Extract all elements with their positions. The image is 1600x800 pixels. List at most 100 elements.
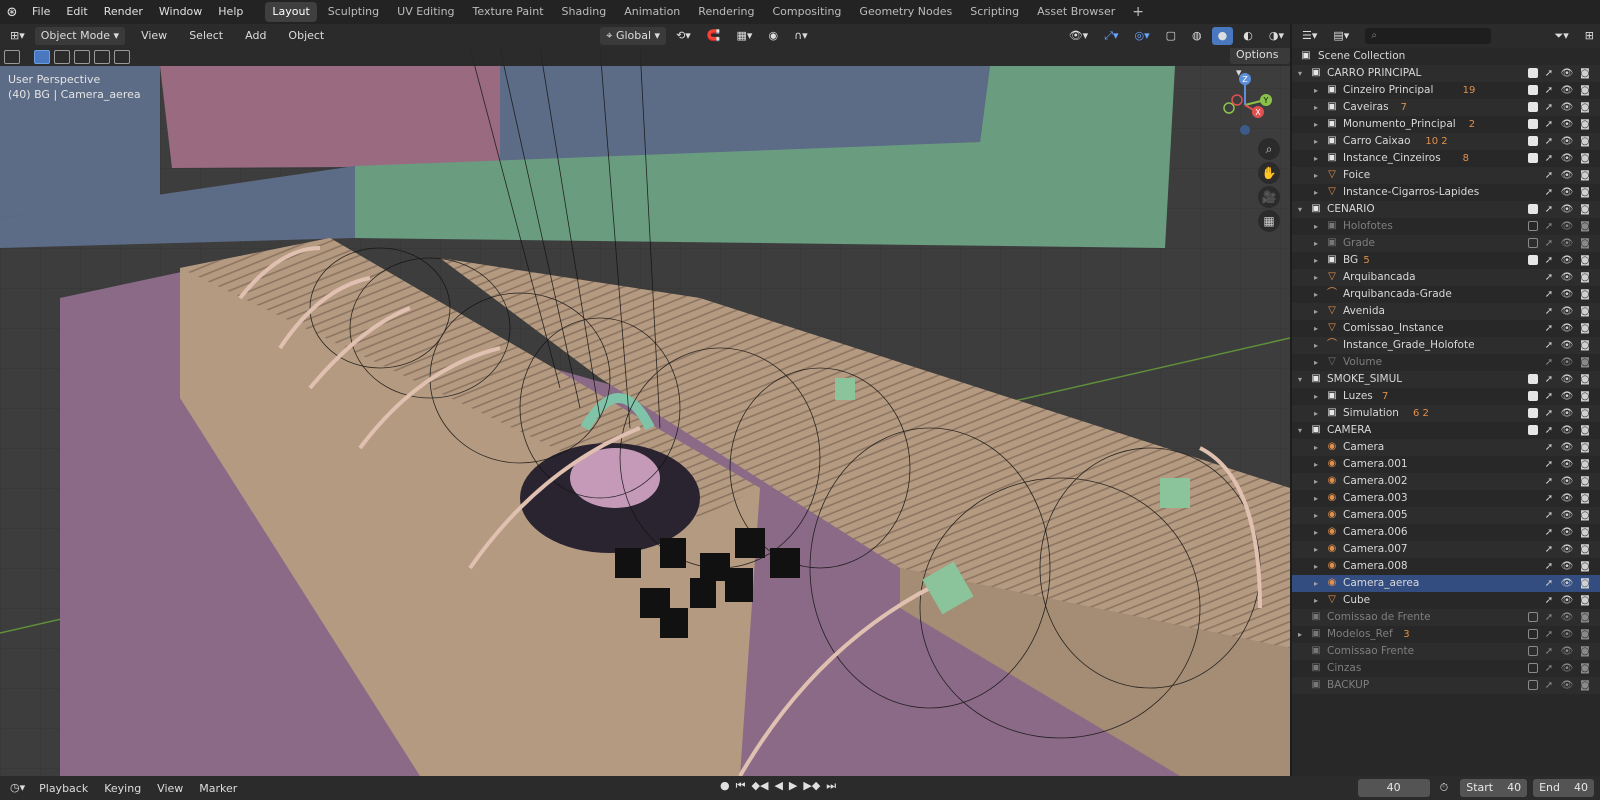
outliner-row-backup[interactable]: ▣ BACKUP ➚ 👁 ◙ — [1292, 677, 1600, 694]
viewport-menu-select[interactable]: Select — [183, 27, 229, 45]
xray-icon[interactable]: ▢ — [1160, 27, 1182, 45]
eye-icon[interactable]: 👁 — [1560, 473, 1574, 490]
expand-arrow-icon[interactable]: ▸ — [1314, 405, 1324, 422]
outliner-row-camera[interactable]: ▸ ◉ Camera ➚ 👁 ◙ — [1292, 439, 1600, 456]
menu-render[interactable]: Render — [96, 0, 151, 24]
timeline-menu-keying[interactable]: Keying — [96, 782, 149, 795]
select-arrow-icon[interactable]: ➚ — [1542, 592, 1556, 609]
render-camera-icon[interactable]: ◙ — [1578, 201, 1592, 218]
select-arrow-icon[interactable]: ➚ — [1542, 473, 1556, 490]
exclude-checkbox[interactable] — [1528, 85, 1538, 95]
menu-file[interactable]: File — [24, 0, 58, 24]
select-arrow-icon[interactable]: ➚ — [1542, 388, 1556, 405]
render-camera-icon[interactable]: ◙ — [1578, 167, 1592, 184]
render-camera-icon[interactable]: ◙ — [1578, 354, 1592, 371]
expand-arrow-icon[interactable]: ▸ — [1314, 507, 1324, 524]
jump-start-icon[interactable]: ⏮ — [736, 779, 746, 793]
expand-arrow-icon[interactable]: ▸ — [1314, 558, 1324, 575]
eye-icon[interactable]: 👁 — [1560, 490, 1574, 507]
outliner-row-cenario[interactable]: ▾ ▣ CENARIO ➚ 👁 ◙ — [1292, 201, 1600, 218]
expand-arrow-icon[interactable]: ▸ — [1314, 235, 1324, 252]
outliner-row-monumento-principal[interactable]: ▸ ▣ Monumento_Principal 2 ➚ 👁 ◙ — [1292, 116, 1600, 133]
tab-sculpting[interactable]: Sculpting — [321, 2, 386, 22]
timeline-menu-view[interactable]: View — [149, 782, 191, 795]
select-arrow-icon[interactable]: ➚ — [1542, 660, 1556, 677]
select-arrow-icon[interactable]: ➚ — [1542, 371, 1556, 388]
tab-uv-editing[interactable]: UV Editing — [390, 2, 461, 22]
render-camera-icon[interactable]: ◙ — [1578, 116, 1592, 133]
eye-icon[interactable]: 👁 — [1560, 150, 1574, 167]
eye-icon[interactable]: 👁 — [1560, 133, 1574, 150]
exclude-checkbox[interactable] — [1528, 629, 1538, 639]
render-camera-icon[interactable]: ◙ — [1578, 507, 1592, 524]
select-arrow-icon[interactable]: ➚ — [1542, 626, 1556, 643]
outliner-row-arquibancada-grade[interactable]: ▸ ⌒ Arquibancada-Grade ➚ 👁 ◙ — [1292, 286, 1600, 303]
eye-icon[interactable]: 👁 — [1560, 303, 1574, 320]
eye-icon[interactable]: 👁 — [1560, 558, 1574, 575]
navigation-gizmo[interactable]: Z Y X — [1215, 70, 1275, 140]
outliner-editor-icon[interactable]: ☰▾ — [1296, 27, 1323, 45]
select-arrow-icon[interactable]: ➚ — [1542, 201, 1556, 218]
select-arrow-icon[interactable]: ➚ — [1542, 643, 1556, 660]
expand-arrow-icon[interactable]: ▸ — [1314, 252, 1324, 269]
exclude-checkbox[interactable] — [1528, 408, 1538, 418]
render-camera-icon[interactable]: ◙ — [1578, 337, 1592, 354]
outliner-row-camera-003[interactable]: ▸ ◉ Camera.003 ➚ 👁 ◙ — [1292, 490, 1600, 507]
select-extend-icon[interactable] — [54, 50, 70, 64]
exclude-checkbox[interactable] — [1528, 136, 1538, 146]
select-arrow-icon[interactable]: ➚ — [1542, 303, 1556, 320]
render-camera-icon[interactable]: ◙ — [1578, 609, 1592, 626]
expand-arrow-icon[interactable]: ▸ — [1314, 575, 1324, 592]
eye-icon[interactable]: 👁 — [1560, 354, 1574, 371]
stopwatch-icon[interactable]: ⏱ — [1434, 779, 1455, 797]
zoom-icon[interactable]: ⌕ — [1258, 138, 1280, 160]
shading-wireframe-icon[interactable]: ◍ — [1186, 27, 1208, 45]
menu-help[interactable]: Help — [210, 0, 251, 24]
select-tool-icon[interactable] — [4, 50, 20, 64]
falloff-icon[interactable]: ∩▾ — [788, 27, 814, 45]
outliner-row-simulation[interactable]: ▸ ▣ Simulation 6 2 ➚ 👁 ◙ — [1292, 405, 1600, 422]
menu-window[interactable]: Window — [151, 0, 210, 24]
render-camera-icon[interactable]: ◙ — [1578, 388, 1592, 405]
render-camera-icon[interactable]: ◙ — [1578, 660, 1592, 677]
proportional-edit-icon[interactable]: ◉ — [762, 27, 784, 45]
outliner-row-comissao-instance[interactable]: ▸ ▽ Comissao_Instance ➚ 👁 ◙ — [1292, 320, 1600, 337]
render-camera-icon[interactable]: ◙ — [1578, 541, 1592, 558]
select-arrow-icon[interactable]: ➚ — [1542, 456, 1556, 473]
outliner-row-carro-caixao[interactable]: ▸ ▣ Carro Caixao 10 2 ➚ 👁 ◙ — [1292, 133, 1600, 150]
prev-keyframe-icon[interactable]: ◆◀ — [752, 779, 769, 793]
render-camera-icon[interactable]: ◙ — [1578, 269, 1592, 286]
eye-icon[interactable]: 👁 — [1560, 371, 1574, 388]
render-camera-icon[interactable]: ◙ — [1578, 575, 1592, 592]
expand-arrow-icon[interactable]: ▸ — [1314, 439, 1324, 456]
play-icon[interactable]: ▶ — [789, 779, 797, 793]
outliner-row-arquibancada[interactable]: ▸ ▽ Arquibancada ➚ 👁 ◙ — [1292, 269, 1600, 286]
expand-arrow-icon[interactable]: ▸ — [1314, 524, 1324, 541]
render-camera-icon[interactable]: ◙ — [1578, 677, 1592, 694]
outliner-row-camera-aerea[interactable]: ▸ ◉ Camera_aerea ➚ 👁 ◙ — [1292, 575, 1600, 592]
render-camera-icon[interactable]: ◙ — [1578, 524, 1592, 541]
select-arrow-icon[interactable]: ➚ — [1542, 490, 1556, 507]
timeline-menu-playback[interactable]: Playback — [31, 782, 96, 795]
outliner-row-foice[interactable]: ▸ ▽ Foice ➚ 👁 ◙ — [1292, 167, 1600, 184]
render-camera-icon[interactable]: ◙ — [1578, 592, 1592, 609]
select-arrow-icon[interactable]: ➚ — [1542, 541, 1556, 558]
options-button[interactable]: Options ▾ — [1230, 48, 1290, 79]
select-arrow-icon[interactable]: ➚ — [1542, 524, 1556, 541]
select-arrow-icon[interactable]: ➚ — [1542, 609, 1556, 626]
3d-viewport[interactable]: User Perspective (40) BG | Camera_aerea … — [0, 48, 1290, 776]
exclude-checkbox[interactable] — [1528, 255, 1538, 265]
expand-arrow-icon[interactable]: ▸ — [1314, 456, 1324, 473]
outliner-row-comissao-de-frente[interactable]: ▣ Comissao de Frente ➚ 👁 ◙ — [1292, 609, 1600, 626]
eye-icon[interactable]: 👁 — [1560, 507, 1574, 524]
select-arrow-icon[interactable]: ➚ — [1542, 82, 1556, 99]
eye-icon[interactable]: 👁 — [1560, 82, 1574, 99]
exclude-checkbox[interactable] — [1528, 391, 1538, 401]
eye-icon[interactable]: 👁 — [1560, 422, 1574, 439]
select-arrow-icon[interactable]: ➚ — [1542, 677, 1556, 694]
expand-arrow-icon[interactable]: ▸ — [1314, 354, 1324, 371]
eye-icon[interactable]: 👁 — [1560, 269, 1574, 286]
eye-icon[interactable]: 👁 — [1560, 677, 1574, 694]
outliner-row-camera-006[interactable]: ▸ ◉ Camera.006 ➚ 👁 ◙ — [1292, 524, 1600, 541]
eye-icon[interactable]: 👁 — [1560, 116, 1574, 133]
